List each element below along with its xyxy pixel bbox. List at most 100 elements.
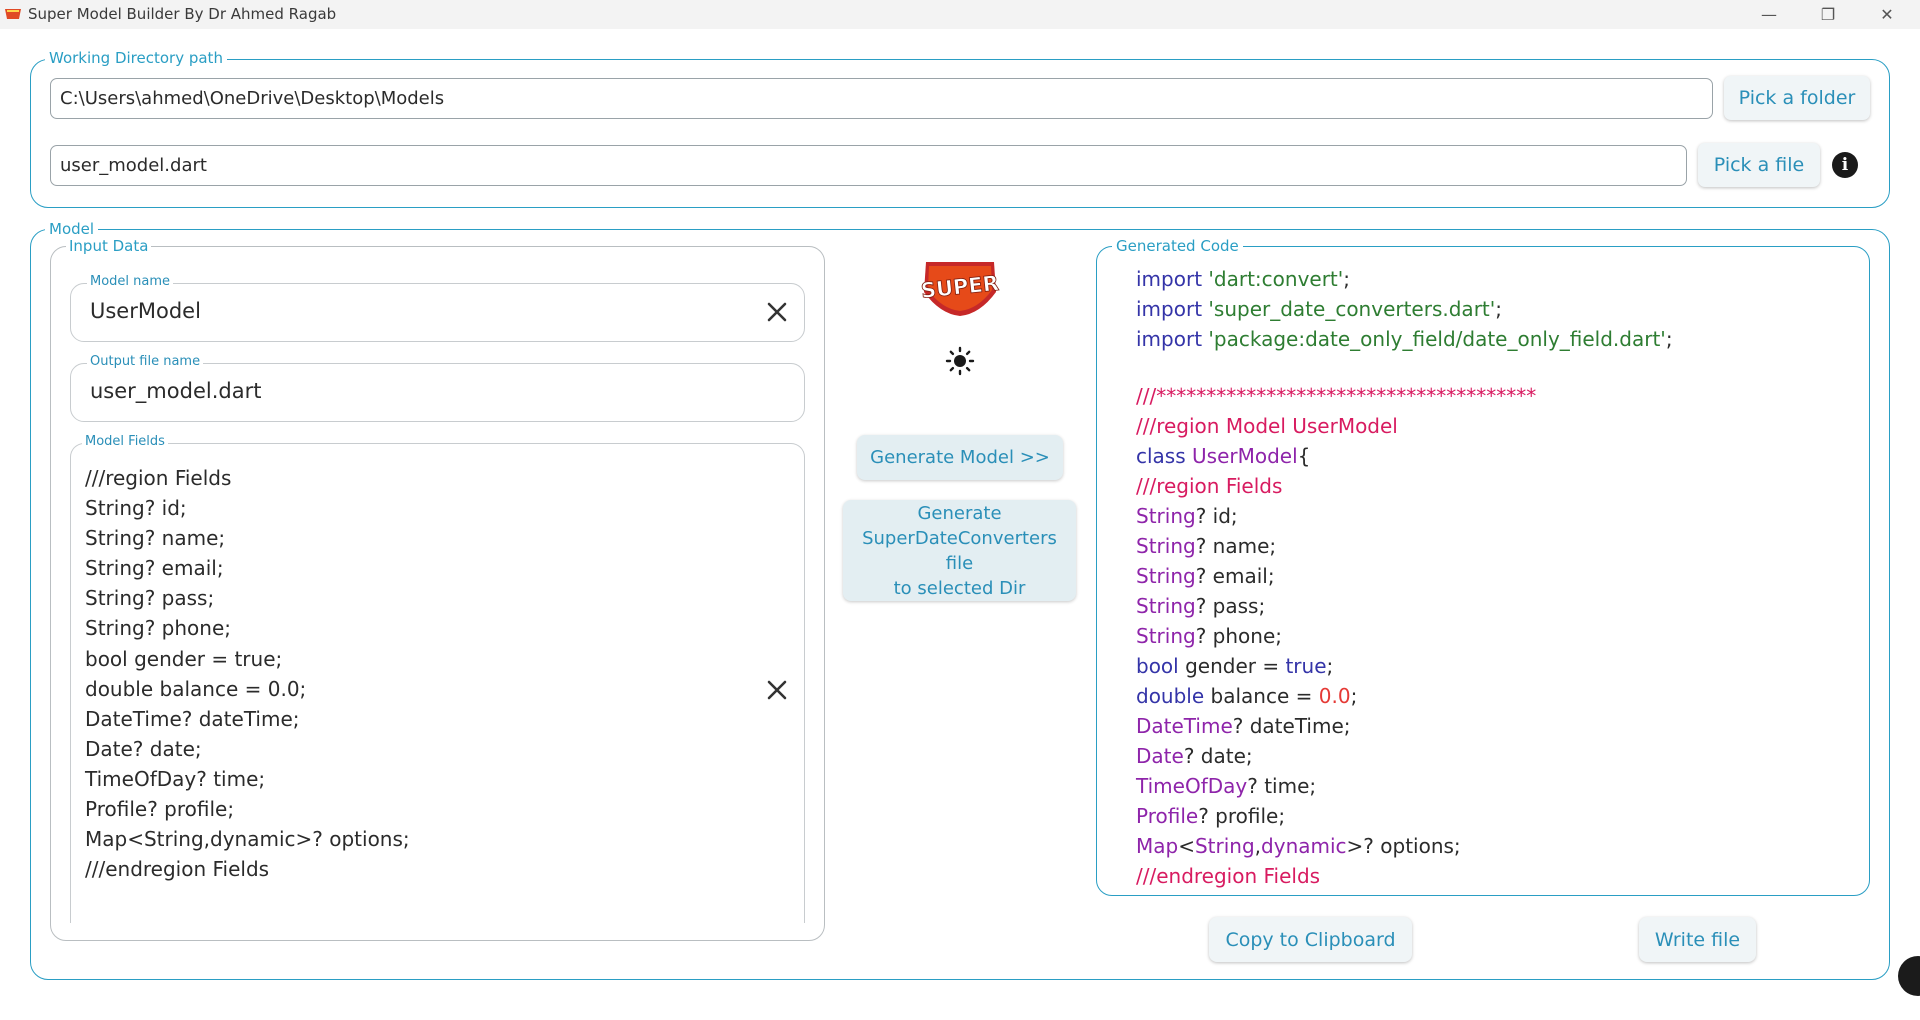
code-token: ; [1665,327,1673,351]
code-token: { [1297,444,1311,468]
code-line: import 'super_date_converters.dart'; [1136,294,1856,324]
generate-converters-button[interactable]: Generate SuperDateConverters file to sel… [843,500,1076,601]
code-token: 'package:date_only_field/date_only_field… [1208,327,1666,351]
write-file-button[interactable]: Write file [1639,917,1756,962]
code-token: ; [1350,684,1358,708]
directory-path-input[interactable]: C:\Users\ahmed\OneDrive\Desktop\Models [50,78,1713,119]
code-line: String? pass; [1136,591,1856,621]
output-file-name-label: Output file name [87,354,204,369]
code-line: ///endregion Fields [1136,861,1856,891]
code-line: String? name; [1136,531,1856,561]
code-token: Profile [1136,804,1199,828]
window-title: Super Model Builder By Dr Ahmed Ragab [28,5,337,23]
minimize-button[interactable]: — [1740,0,1798,29]
app-logo-icon [5,9,21,19]
code-token: 0.0 [1318,684,1351,708]
model-field-line: bool gender = true; [85,646,283,671]
corner-floating-button[interactable] [1898,956,1920,996]
close-button[interactable]: ✕ [1858,0,1916,29]
code-token: TimeOfDay [1136,774,1248,798]
code-token: ? time; [1247,774,1317,798]
sun-icon[interactable] [945,346,975,376]
pick-folder-button[interactable]: Pick a folder [1724,76,1870,120]
code-line: DateTime? dateTime; [1136,711,1856,741]
code-token: ? phone; [1195,624,1282,648]
clear-model-name-icon[interactable] [763,298,791,326]
file-name-input[interactable]: user_model.dart [50,145,1687,186]
model-field-line: String? pass; [85,586,215,611]
model-field-line: ///region Fields [85,466,232,490]
code-token: String [1136,504,1196,528]
code-token: ///*************************************… [1136,384,1537,408]
generated-code-panel[interactable]: import 'dart:convert'; import 'super_date… [1096,246,1870,896]
model-field-line: String? name; [85,526,226,551]
code-token: Map [1136,834,1179,858]
code-token: String [1194,834,1255,858]
generate-converters-line: file [945,552,974,574]
code-token: String [1136,624,1196,648]
code-line: String? phone; [1136,621,1856,651]
code-line: Profile? profile; [1136,801,1856,831]
model-fields-content[interactable]: ///region Fields String? id; String? name;… [85,463,775,888]
code-token: String [1136,534,1196,558]
model-field-line: TimeOfDay? time; [85,766,266,791]
code-token: ? id; [1195,504,1238,528]
code-line: import 'dart:convert'; [1136,264,1856,294]
code-token: String [1136,564,1196,588]
code-line: bool gender = true; [1136,651,1856,681]
restore-button[interactable]: ❐ [1799,0,1857,29]
model-field-line: Map<String,dynamic>? options; [85,827,410,852]
code-token: dynamic [1261,834,1347,858]
code-token: < [1178,834,1195,858]
code-line: String? email; [1136,561,1856,591]
model-field-line: String? phone; [85,616,231,641]
generate-converters-line: SuperDateConverters [862,527,1057,549]
code-token: class [1136,444,1193,468]
copy-to-clipboard-button[interactable]: Copy to Clipboard [1209,917,1412,962]
pick-file-button[interactable]: Pick a file [1698,143,1820,187]
clear-model-fields-icon[interactable] [763,676,791,704]
model-field-line: ///endregion Fields [85,857,270,882]
generated-code-content[interactable]: import 'dart:convert'; import 'super_date… [1136,264,1856,891]
code-token: Date [1136,744,1184,768]
code-token: ; [1343,267,1351,291]
code-token: >? options; [1346,834,1461,858]
output-file-name-value[interactable]: user_model.dart [90,379,261,403]
code-token: import [1136,327,1209,351]
code-token: ? date; [1183,744,1253,768]
code-token: bool [1136,654,1186,678]
code-token: DateTime [1136,714,1233,738]
code-token: ///endregion Fields [1136,864,1321,888]
working-directory-legend: Working Directory path [45,49,227,67]
code-token: ? profile; [1198,804,1286,828]
title-bar: Super Model Builder By Dr Ahmed Ragab — … [0,0,1920,29]
code-line: double balance = 0.0; [1136,681,1856,711]
code-token: gender = [1185,654,1286,678]
model-fields-label: Model Fields [82,434,168,449]
code-token: 'super_date_converters.dart' [1208,297,1496,321]
generate-converters-line: Generate [917,502,1002,524]
code-token: UserModel [1192,444,1298,468]
code-token: import [1136,267,1209,291]
code-token: balance = [1210,684,1319,708]
code-token: ; [1326,654,1334,678]
code-line: ///region Model UserModel [1136,411,1856,441]
model-field-line: double balance = 0.0; [85,676,307,701]
model-field-line: String? id; [85,496,187,521]
code-token: ///region Fields [1136,474,1283,498]
model-field-line: Profile? profile; [85,797,235,822]
code-line: ///*************************************… [1136,381,1856,411]
code-token: 'dart:convert' [1208,267,1344,291]
code-token: true [1285,654,1327,678]
generate-model-button[interactable]: Generate Model >> [857,435,1063,480]
info-icon[interactable]: i [1832,152,1858,178]
code-token: ? pass; [1195,594,1266,618]
code-token: double [1136,684,1211,708]
code-token: import [1136,297,1209,321]
model-field-line: String? email; [85,556,224,581]
model-legend: Model [45,220,99,238]
code-line: Date? date; [1136,741,1856,771]
model-name-value[interactable]: UserModel [90,299,201,323]
model-name-label: Model name [87,274,174,289]
code-line: String? id; [1136,501,1856,531]
